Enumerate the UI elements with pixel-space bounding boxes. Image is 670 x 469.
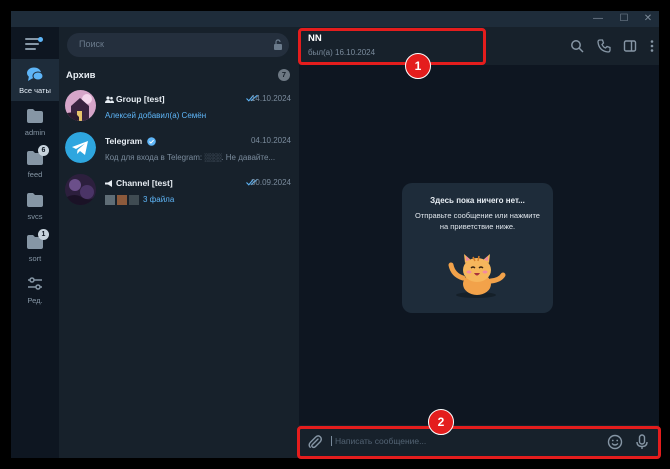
folder-svcs[interactable]: svcs	[11, 185, 59, 227]
more-vertical-icon[interactable]	[645, 39, 659, 53]
chat-row-group-test[interactable]: Group [test] 14.10.2024 Алексей добавил(…	[59, 86, 299, 128]
folder-label: admin	[24, 128, 46, 137]
unread-badge: 6	[38, 145, 49, 156]
chat-preview: Код для входа в Telegram: ░░░. Не давайт…	[105, 153, 276, 162]
chat-preview: 3 файла	[105, 195, 291, 205]
search-placeholder: Поиск	[79, 39, 104, 49]
menu-icon[interactable]	[25, 37, 43, 51]
chat-name-text: Group [test]	[116, 94, 165, 104]
phone-icon[interactable]	[597, 39, 611, 53]
folder-admin[interactable]: admin	[11, 101, 59, 143]
close-button[interactable]: ✕	[635, 11, 659, 27]
folder-label: svcs	[27, 212, 43, 221]
annotation-marker-1: 1	[405, 53, 431, 79]
greeting-sticker[interactable]	[443, 251, 509, 299]
file-thumbnails-icon	[105, 195, 139, 205]
folders-sidebar: Все чаты admin 6 feed svcs 1 sort Ред.	[11, 27, 59, 458]
chat-row-channel-test[interactable]: Channel [test] 30.09.2024 3 файла	[59, 170, 299, 212]
title-bar: — ☐ ✕	[11, 11, 659, 27]
annotation-box-composer	[297, 426, 661, 459]
chat-name: Group [test]	[105, 94, 165, 104]
chat-name: Telegram	[105, 136, 156, 147]
lock-icon[interactable]	[273, 39, 283, 51]
search-icon[interactable]	[570, 39, 584, 53]
sidebar-toggle-icon[interactable]	[623, 39, 637, 53]
folder-icon	[27, 109, 43, 123]
channel-avatar	[65, 174, 96, 205]
folder-label: Все чаты	[19, 86, 51, 95]
chat-name-text: Telegram	[105, 136, 143, 146]
chat-date: 14.10.2024	[250, 94, 291, 103]
chat-name-text: Channel [test]	[116, 178, 173, 188]
chat-date: 30.09.2024	[250, 178, 291, 187]
files-count: 3 файла	[143, 195, 175, 205]
group-icon	[105, 96, 114, 104]
chat-name: Channel [test]	[105, 178, 173, 188]
verified-icon	[146, 137, 156, 147]
folder-label: sort	[28, 254, 42, 263]
megaphone-icon	[105, 180, 112, 188]
archive-title: Архив	[66, 70, 96, 81]
maximize-button[interactable]: ☐	[611, 11, 637, 27]
folder-label: Ред.	[27, 296, 43, 305]
unread-badge: 1	[38, 229, 49, 240]
search-input[interactable]: Поиск	[67, 33, 289, 57]
empty-chat-card: Здесь пока ничего нет... Отправьте сообщ…	[402, 183, 553, 313]
telegram-window: — ☐ ✕ Все чаты admin 6 feed svcs 1 sort …	[11, 11, 659, 458]
sliders-icon	[28, 277, 42, 290]
minimize-button[interactable]: —	[585, 11, 611, 27]
folder-icon	[27, 193, 43, 207]
folder-feed[interactable]: 6 feed	[11, 143, 59, 185]
chat-list-panel: Поиск Архив 7 Group [test] 14.10.2024 Ал…	[59, 27, 299, 458]
group-avatar	[65, 90, 96, 121]
folder-sort[interactable]: 1 sort	[11, 227, 59, 269]
annotation-box-header	[298, 28, 486, 65]
chat-date: 04.10.2024	[250, 136, 291, 145]
chat-bubbles-icon	[27, 67, 44, 81]
telegram-avatar	[65, 132, 96, 163]
empty-title: Здесь пока ничего нет...	[430, 196, 525, 205]
folder-all-chats[interactable]: Все чаты	[11, 59, 59, 101]
chat-preview: Алексей добавил(а) Семён	[105, 111, 207, 120]
annotation-marker-2: 2	[428, 409, 454, 435]
empty-subtitle: Отправьте сообщение или нажмите на приве…	[415, 211, 540, 231]
archive-count-badge: 7	[278, 69, 290, 81]
chat-row-telegram[interactable]: Telegram 04.10.2024 Код для входа в Tele…	[59, 128, 299, 170]
folder-label: feed	[27, 170, 43, 179]
chat-area: NN был(а) 16.10.2024 Здесь пока ничего н…	[299, 27, 659, 458]
folder-edit[interactable]: Ред.	[11, 269, 59, 311]
